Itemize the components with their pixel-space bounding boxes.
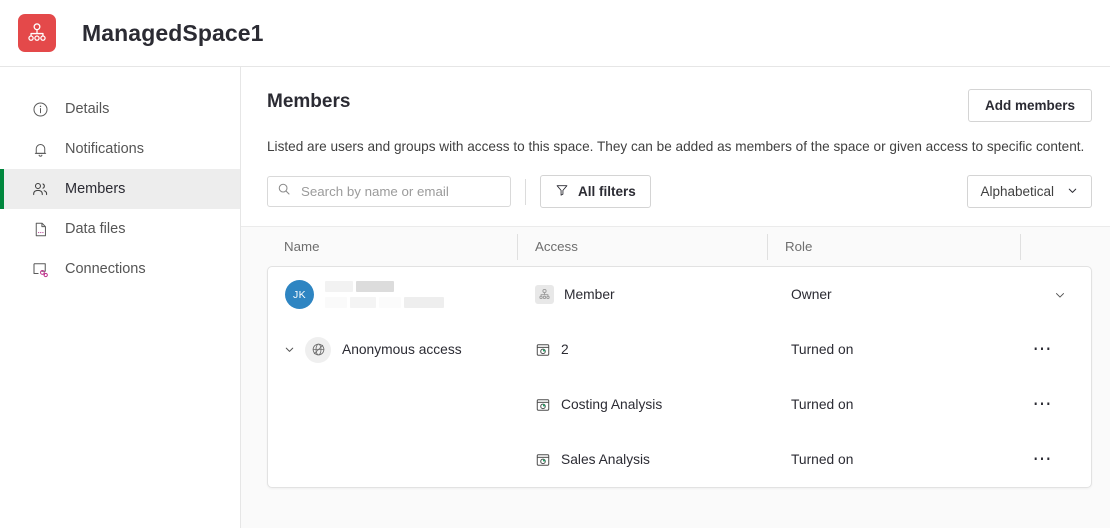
funnel-icon (555, 183, 569, 200)
people-icon (30, 179, 50, 199)
sidebar-item-members[interactable]: Members (0, 169, 240, 209)
sidebar: Details Notifications Members Data files… (0, 67, 241, 528)
all-filters-button[interactable]: All filters (540, 175, 651, 208)
more-options-icon[interactable]: ⋯ (1033, 450, 1054, 469)
column-header-name: Name (284, 239, 320, 254)
space-hierarchy-icon (18, 14, 56, 52)
expand-chevron-down-icon[interactable] (278, 343, 300, 356)
row-actions-cell: ⋯ (1021, 322, 1091, 377)
access-label: Costing Analysis (561, 397, 663, 412)
avatar: JK (285, 280, 314, 309)
access-label: 2 (561, 342, 569, 357)
main-header: Members Add members Listed are users and… (241, 67, 1110, 227)
row-role-cell: Turned on (768, 377, 1021, 432)
top-bar: ManagedSpace1 (0, 0, 1110, 67)
sort-dropdown[interactable]: Alphabetical (967, 175, 1092, 208)
more-options-icon[interactable]: ⋯ (1033, 395, 1054, 414)
connections-icon (30, 259, 50, 279)
sidebar-item-connections[interactable]: Connections (0, 249, 240, 289)
row-name-cell: JK (268, 267, 518, 322)
page-title: ManagedSpace1 (82, 19, 264, 46)
sidebar-item-data-files[interactable]: Data files (0, 209, 240, 249)
row-role-cell: Turned on (768, 432, 1021, 487)
table-row[interactable]: JK Member Owner (268, 267, 1091, 322)
search-icon (277, 182, 291, 201)
member-hierarchy-icon (535, 285, 554, 304)
bell-icon (30, 139, 50, 159)
app-icon (535, 342, 551, 358)
members-description: Listed are users and groups with access … (267, 139, 1085, 154)
title-row: Members Add members (267, 89, 1092, 122)
search-input[interactable] (299, 183, 501, 200)
row-actions-cell: ⋯ (1021, 377, 1091, 432)
row-name-cell: Anonymous access (268, 322, 518, 377)
members-table: Name Access Role JK Member Owner Anonymo… (241, 227, 1110, 488)
column-header-actions (1020, 233, 1092, 260)
sidebar-item-details[interactable]: Details (0, 89, 240, 129)
info-circle-icon (30, 99, 50, 119)
table-header-row: Name Access Role (267, 227, 1092, 266)
row-name-cell (268, 432, 518, 487)
row-name-label: Anonymous access (342, 342, 462, 357)
row-name-cell (268, 377, 518, 432)
space-management-page: ManagedSpace1 Details Notifications Memb… (0, 0, 1110, 528)
row-role-cell: Turned on (768, 322, 1021, 377)
page-body: Details Notifications Members Data files… (0, 67, 1110, 528)
row-actions-cell: ⋯ (1021, 432, 1091, 487)
table-row[interactable]: Sales Analysis Turned on ⋯ (268, 432, 1091, 487)
sidebar-item-label: Members (65, 181, 126, 197)
access-label: Member (564, 287, 615, 302)
sidebar-item-label: Notifications (65, 141, 144, 157)
table-row[interactable]: Costing Analysis Turned on ⋯ (268, 377, 1091, 432)
globe-icon (305, 336, 331, 363)
access-label: Sales Analysis (561, 452, 650, 467)
column-header-access: Access (517, 233, 767, 260)
row-actions-cell (1021, 267, 1091, 322)
file-data-icon (30, 219, 50, 239)
members-title: Members (267, 91, 351, 112)
chevron-down-icon[interactable] (1053, 288, 1067, 302)
row-access-cell: 2 (518, 322, 768, 377)
redacted-identity (325, 281, 444, 308)
main-content: Members Add members Listed are users and… (241, 67, 1110, 528)
table-row[interactable]: Anonymous access 2 Turned on ⋯ (268, 322, 1091, 377)
toolbar-divider (525, 178, 526, 205)
sidebar-item-label: Data files (65, 221, 126, 237)
column-header-role: Role (767, 233, 1020, 260)
row-role-cell: Owner (768, 267, 1021, 322)
sidebar-item-notifications[interactable]: Notifications (0, 129, 240, 169)
all-filters-label: All filters (578, 184, 636, 199)
app-icon (535, 397, 551, 413)
row-access-cell: Sales Analysis (518, 432, 768, 487)
add-members-button[interactable]: Add members (967, 89, 1092, 122)
toolbar: All filters Alphabetical (267, 175, 1092, 226)
sidebar-item-label: Details (65, 101, 110, 117)
more-options-icon[interactable]: ⋯ (1033, 340, 1054, 359)
role-label: Turned on (791, 397, 854, 412)
role-label: Owner (791, 287, 832, 302)
row-access-cell: Costing Analysis (518, 377, 768, 432)
sort-label: Alphabetical (980, 184, 1054, 199)
role-label: Turned on (791, 342, 854, 357)
members-card: JK Member Owner Anonymous access 2 Turne… (267, 266, 1092, 488)
row-access-cell: Member (518, 267, 768, 322)
sidebar-item-label: Connections (65, 261, 146, 277)
chevron-down-icon (1066, 184, 1079, 200)
app-icon (535, 452, 551, 468)
role-label: Turned on (791, 452, 854, 467)
search-box[interactable] (267, 176, 511, 207)
